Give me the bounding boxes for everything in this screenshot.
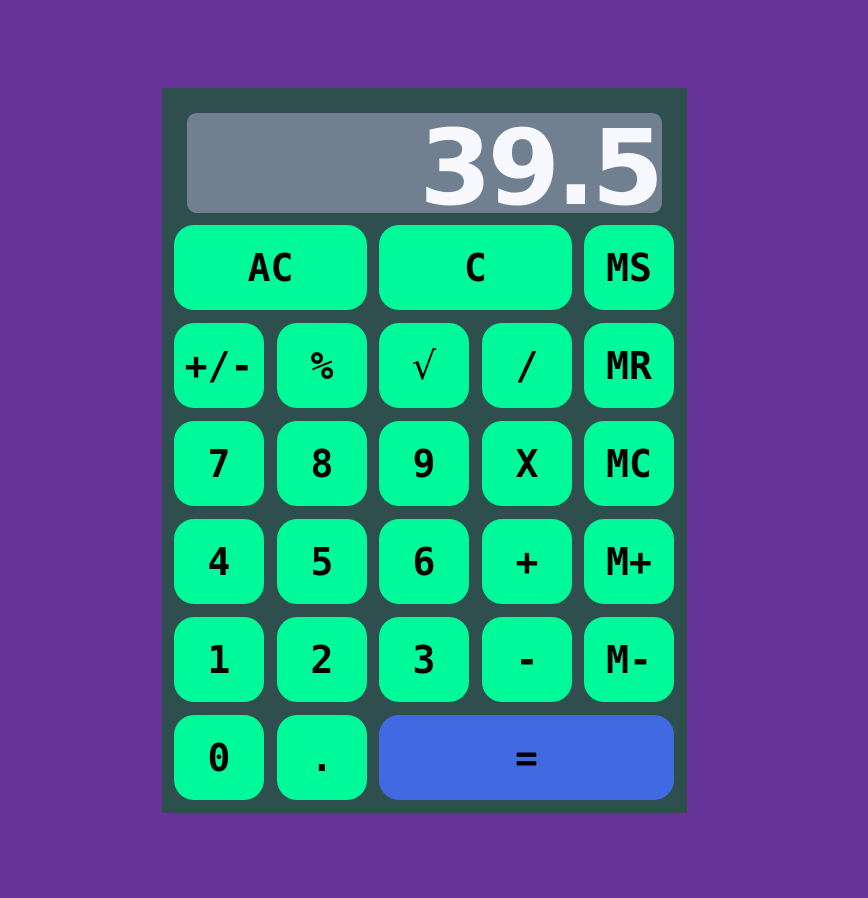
clear-button[interactable]: C [379, 225, 572, 310]
digit-7-button[interactable]: 7 [174, 421, 264, 506]
square-root-button[interactable]: √ [379, 323, 469, 408]
memory-recall-button[interactable]: MR [584, 323, 674, 408]
digit-0-button[interactable]: 0 [174, 715, 264, 800]
digit-8-button[interactable]: 8 [277, 421, 367, 506]
percent-button[interactable]: % [277, 323, 367, 408]
add-button[interactable]: + [482, 519, 572, 604]
memory-clear-button[interactable]: MC [584, 421, 674, 506]
digit-3-button[interactable]: 3 [379, 617, 469, 702]
divide-button[interactable]: / [482, 323, 572, 408]
multiply-button[interactable]: X [482, 421, 572, 506]
calculator-display: 39.5 [187, 113, 662, 213]
digit-9-button[interactable]: 9 [379, 421, 469, 506]
toggle-sign-button[interactable]: +/- [174, 323, 264, 408]
digit-6-button[interactable]: 6 [379, 519, 469, 604]
digit-1-button[interactable]: 1 [174, 617, 264, 702]
digit-2-button[interactable]: 2 [277, 617, 367, 702]
memory-store-button[interactable]: MS [584, 225, 674, 310]
subtract-button[interactable]: - [482, 617, 572, 702]
memory-subtract-button[interactable]: M- [584, 617, 674, 702]
decimal-point-button[interactable]: . [277, 715, 367, 800]
memory-add-button[interactable]: M+ [584, 519, 674, 604]
all-clear-button[interactable]: AC [174, 225, 367, 310]
digit-4-button[interactable]: 4 [174, 519, 264, 604]
calculator: 39.5 AC C MS +/- % √ / MR 7 8 9 X MC 4 5… [162, 88, 687, 813]
digit-5-button[interactable]: 5 [277, 519, 367, 604]
equals-button[interactable]: = [379, 715, 674, 800]
